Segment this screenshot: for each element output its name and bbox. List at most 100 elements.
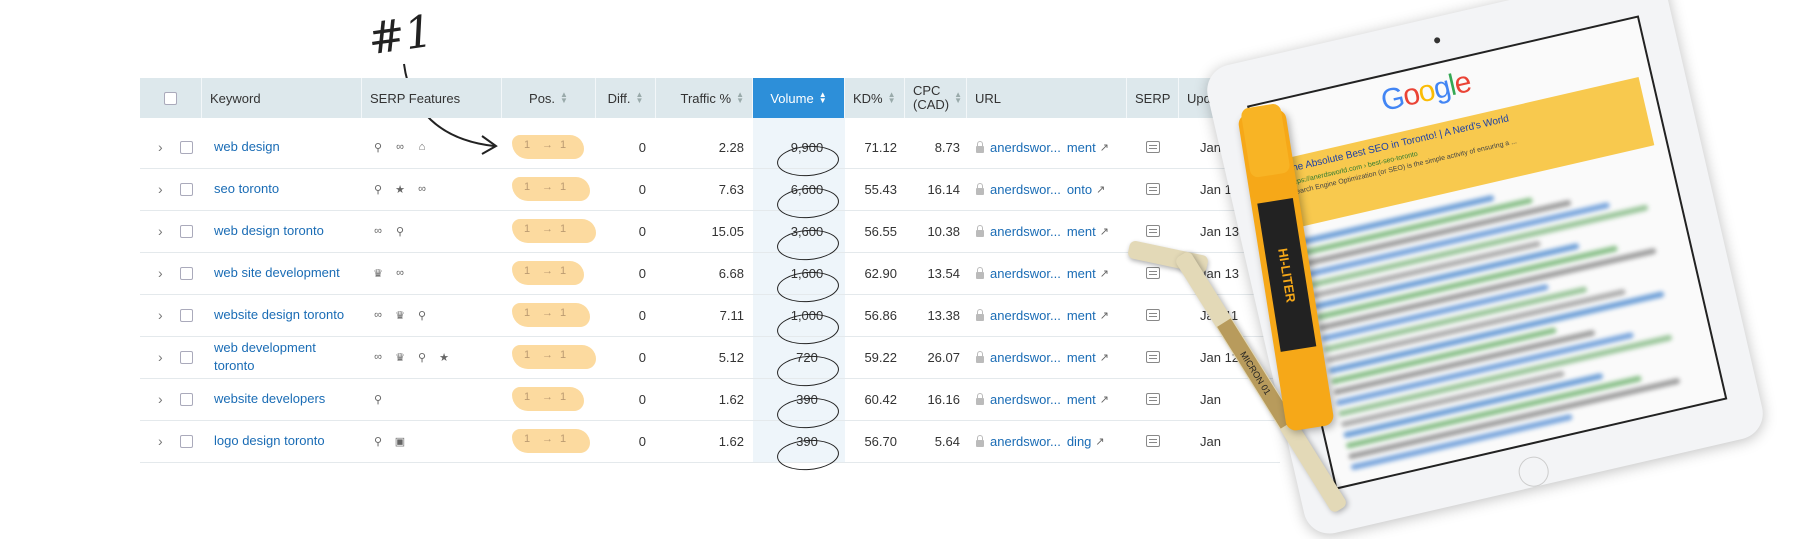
url-link-right[interactable]: ment bbox=[1067, 308, 1096, 323]
link-icon[interactable]: ∞ bbox=[394, 141, 406, 153]
map-pin-icon[interactable]: ⚲ bbox=[416, 309, 428, 322]
map-pin-icon[interactable]: ⚲ bbox=[372, 393, 384, 406]
pos-cell: 1 → 1 bbox=[512, 378, 596, 420]
volume-cell: 9,900 bbox=[753, 126, 840, 178]
header-traffic[interactable]: Traffic % ▲ ▼ bbox=[656, 78, 753, 118]
row-checkbox-cell bbox=[180, 378, 196, 420]
link-icon[interactable]: ∞ bbox=[394, 267, 406, 279]
map-pin-icon[interactable]: ⚲ bbox=[416, 351, 428, 364]
keyword-link[interactable]: website developers bbox=[214, 390, 325, 408]
url-link-left[interactable]: anerdswor... bbox=[990, 140, 1061, 155]
external-link-icon[interactable]: ↗ bbox=[1100, 309, 1109, 322]
row-checkbox[interactable] bbox=[180, 392, 193, 406]
image-icon[interactable]: ▣ bbox=[394, 435, 406, 448]
serp-snapshot-icon[interactable] bbox=[1146, 267, 1160, 279]
header-kd[interactable]: KD% ▲ ▼ bbox=[845, 78, 905, 118]
serp-snapshot-icon[interactable] bbox=[1146, 351, 1160, 363]
keyword-link[interactable]: seo toronto bbox=[214, 180, 279, 198]
row-checkbox[interactable] bbox=[180, 224, 193, 238]
link-icon[interactable]: ∞ bbox=[416, 183, 428, 195]
external-link-icon[interactable]: ↗ bbox=[1100, 141, 1109, 154]
keyword-link[interactable]: web development toronto bbox=[214, 339, 354, 375]
link-icon[interactable]: ∞ bbox=[372, 309, 384, 321]
highlighter-scribble: 1 → 1 bbox=[512, 261, 584, 285]
url-link-left[interactable]: anerdswor... bbox=[990, 392, 1061, 407]
map-pin-icon[interactable]: ⚲ bbox=[394, 225, 406, 238]
external-link-icon[interactable]: ↗ bbox=[1100, 267, 1109, 280]
expand-chevron-icon[interactable]: › bbox=[158, 252, 176, 294]
header-pos[interactable]: Pos. ▲ ▼ bbox=[502, 78, 596, 118]
expand-chevron-icon[interactable]: › bbox=[158, 126, 176, 168]
keyword-link[interactable]: website design toronto bbox=[214, 306, 344, 324]
url-link-left[interactable]: anerdswor... bbox=[990, 350, 1061, 365]
expand-chevron-icon[interactable]: › bbox=[158, 420, 176, 462]
url-link-right[interactable]: ment bbox=[1067, 392, 1096, 407]
url-link-right[interactable]: ment bbox=[1067, 350, 1096, 365]
map-pin-icon[interactable]: ⚲ bbox=[372, 141, 384, 154]
serp-snapshot-icon[interactable] bbox=[1146, 183, 1160, 195]
header-keyword[interactable]: Keyword bbox=[202, 78, 362, 118]
external-link-icon[interactable]: ↗ bbox=[1095, 435, 1104, 448]
header-volume[interactable]: Volume ▲ ▼ bbox=[753, 78, 845, 118]
serp-snapshot-icon[interactable] bbox=[1146, 141, 1160, 153]
link-icon[interactable]: ∞ bbox=[372, 225, 384, 237]
url-link-right[interactable]: onto bbox=[1067, 182, 1092, 197]
row-checkbox[interactable] bbox=[180, 182, 193, 196]
star-icon[interactable]: ★ bbox=[438, 351, 450, 364]
header-cpc-label: CPC (CAD) bbox=[913, 83, 950, 112]
arrow-right-icon: → bbox=[542, 433, 553, 445]
expand-chevron-icon[interactable]: › bbox=[158, 378, 176, 420]
serp-snapshot-icon[interactable] bbox=[1146, 225, 1160, 237]
expand-chevron-icon[interactable]: › bbox=[158, 294, 176, 336]
expand-chevron-icon[interactable]: › bbox=[158, 168, 176, 210]
upd-cell: Jan bbox=[1200, 420, 1270, 462]
keyword-link[interactable]: web design bbox=[214, 138, 280, 156]
external-link-icon[interactable]: ↗ bbox=[1100, 225, 1109, 238]
external-link-icon[interactable]: ↗ bbox=[1096, 183, 1105, 196]
traffic-cell: 15.05 bbox=[656, 210, 744, 252]
serp-snapshot-icon[interactable] bbox=[1146, 393, 1160, 405]
header-cpc[interactable]: CPC (CAD) ▲ ▼ bbox=[905, 78, 967, 118]
crown-icon[interactable]: ♛ bbox=[372, 267, 384, 280]
url-link-right[interactable]: ment bbox=[1067, 266, 1096, 281]
external-link-icon[interactable]: ↗ bbox=[1100, 351, 1109, 364]
pos-from: 1 bbox=[524, 433, 531, 445]
url-link-right[interactable]: ding bbox=[1067, 434, 1092, 449]
row-checkbox[interactable] bbox=[180, 266, 193, 280]
keyword-link[interactable]: web design toronto bbox=[214, 222, 324, 240]
expand-chevron-icon[interactable]: › bbox=[158, 336, 176, 378]
row-checkbox[interactable] bbox=[180, 350, 193, 364]
url-link-left[interactable]: anerdswor... bbox=[990, 266, 1061, 281]
serp-snapshot-icon[interactable] bbox=[1146, 309, 1160, 321]
lock-icon bbox=[976, 350, 984, 363]
header-diff[interactable]: Diff. ▲ ▼ bbox=[596, 78, 656, 118]
row-checkbox[interactable] bbox=[180, 434, 193, 448]
map-pin-icon[interactable]: ⚲ bbox=[372, 435, 384, 448]
row-checkbox[interactable] bbox=[180, 140, 193, 154]
pos-from: 1 bbox=[524, 265, 531, 277]
keyword-link[interactable]: web site development bbox=[214, 264, 340, 282]
expand-chevron-icon[interactable]: › bbox=[158, 210, 176, 252]
crown-icon[interactable]: ♛ bbox=[394, 351, 406, 364]
url-link-left[interactable]: anerdswor... bbox=[990, 182, 1061, 197]
graduation-cap-icon[interactable]: ⌂ bbox=[416, 141, 428, 153]
url-link-left[interactable]: anerdswor... bbox=[990, 308, 1061, 323]
map-pin-icon[interactable]: ⚲ bbox=[372, 183, 384, 196]
url-link-right[interactable]: ment bbox=[1067, 140, 1096, 155]
keyword-link[interactable]: logo design toronto bbox=[214, 432, 325, 450]
cpc-cell: 16.14 bbox=[905, 168, 960, 210]
header-diff-label: Diff. bbox=[607, 90, 631, 106]
external-link-icon[interactable]: ↗ bbox=[1100, 393, 1109, 406]
url-link-right[interactable]: ment bbox=[1067, 224, 1096, 239]
crown-icon[interactable]: ♛ bbox=[394, 309, 406, 322]
row-checkbox-cell bbox=[180, 126, 196, 168]
select-all-checkbox[interactable] bbox=[164, 91, 177, 105]
traffic-cell: 7.63 bbox=[656, 168, 744, 210]
row-checkbox[interactable] bbox=[180, 308, 193, 322]
serp-snapshot-icon[interactable] bbox=[1146, 435, 1160, 447]
pos-cell: 1 → 1 bbox=[512, 168, 596, 210]
star-icon[interactable]: ★ bbox=[394, 183, 406, 196]
url-link-left[interactable]: anerdswor... bbox=[990, 434, 1061, 449]
link-icon[interactable]: ∞ bbox=[372, 351, 384, 363]
url-link-left[interactable]: anerdswor... bbox=[990, 224, 1061, 239]
